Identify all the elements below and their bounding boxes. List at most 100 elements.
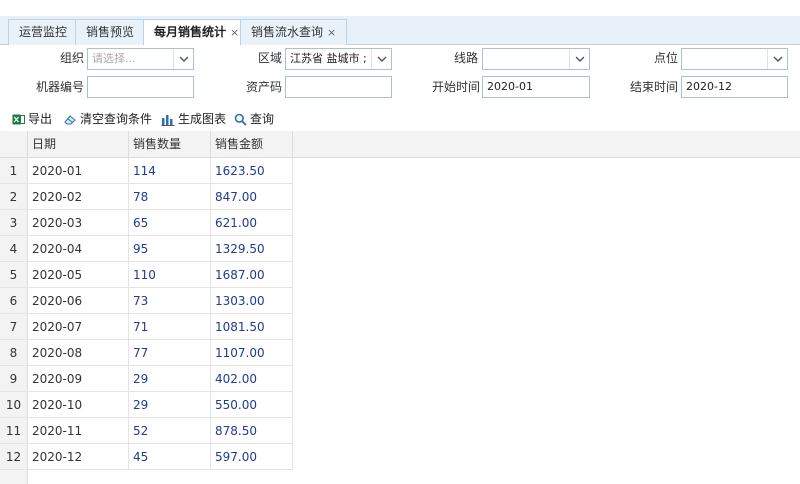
toolbar: 导出 清空查询条件 生成图表 查询: [0, 107, 800, 131]
amount-cell: 550.00: [211, 392, 293, 418]
date-cell: 2020-02: [28, 184, 129, 210]
query-button[interactable]: 查询: [234, 110, 274, 128]
grid-header: 日期 销售数量 销售金额: [0, 131, 800, 158]
org-select[interactable]: 请选择...: [87, 48, 194, 70]
row-number-gutter: [0, 470, 28, 484]
column-header-date[interactable]: 日期: [28, 131, 129, 158]
quantity-cell: 114: [129, 158, 211, 184]
quantity-cell: 73: [129, 288, 211, 314]
quantity-cell: 29: [129, 392, 211, 418]
row-number: 9: [0, 366, 28, 392]
chevron-down-icon[interactable]: [371, 49, 391, 69]
date-cell: 2020-10: [28, 392, 129, 418]
amount-cell: 1303.00: [211, 288, 293, 314]
table-row[interactable]: 6 2020-06 73 1303.00: [0, 288, 293, 314]
route-select[interactable]: [482, 48, 590, 70]
tab-label: 销售流水查询: [251, 25, 324, 39]
row-number: 6: [0, 288, 28, 314]
generate-chart-button[interactable]: 生成图表: [161, 110, 226, 128]
end-time-input[interactable]: 2020-12: [681, 76, 788, 98]
data-grid: 日期 销售数量 销售金额 1 2020-01 114 1623.50 2 202…: [0, 131, 800, 484]
row-number: 4: [0, 236, 28, 262]
table-row[interactable]: 12 2020-12 45 597.00: [0, 444, 293, 470]
table-row[interactable]: 7 2020-07 71 1081.50: [0, 314, 293, 340]
quantity-cell: 52: [129, 418, 211, 444]
quantity-cell: 95: [129, 236, 211, 262]
eraser-icon: [64, 113, 77, 126]
tab-bar: 运营监控 销售预览 每月销售统计 × 销售流水查询 ×: [0, 16, 800, 46]
org-label: 组织: [59, 51, 84, 65]
clear-conditions-button[interactable]: 清空查询条件: [64, 110, 152, 128]
date-cell: 2020-04: [28, 236, 129, 262]
generate-chart-label: 生成图表: [178, 112, 227, 126]
chevron-down-icon[interactable]: [173, 49, 193, 69]
org-select-placeholder: 请选择...: [92, 52, 136, 65]
table-row[interactable]: 5 2020-05 110 1687.00: [0, 262, 293, 288]
table-row[interactable]: 3 2020-03 65 621.00: [0, 210, 293, 236]
asset-code-input[interactable]: [285, 76, 392, 98]
amount-cell: 1623.50: [211, 158, 293, 184]
table-row[interactable]: 1 2020-01 114 1623.50: [0, 158, 293, 184]
tab-monthly-sales-stats[interactable]: 每月销售统计 ×: [143, 19, 251, 46]
amount-cell: 597.00: [211, 444, 293, 470]
start-time-input[interactable]: 2020-01: [482, 76, 590, 98]
machine-number-input[interactable]: [87, 76, 194, 98]
export-button[interactable]: 导出: [12, 110, 52, 128]
tab-sales-flow-query[interactable]: 销售流水查询 ×: [240, 19, 348, 45]
end-time-label: 结束时间: [629, 80, 678, 94]
machine-number-label: 机器编号: [35, 80, 84, 94]
tab-label: 每月销售统计: [154, 25, 227, 39]
table-row[interactable]: 2 2020-02 78 847.00: [0, 184, 293, 210]
row-number: 1: [0, 158, 28, 184]
table-row[interactable]: 11 2020-11 52 878.50: [0, 418, 293, 444]
amount-cell: 402.00: [211, 366, 293, 392]
query-label: 查询: [250, 112, 275, 126]
table-row[interactable]: 4 2020-04 95 1329.50: [0, 236, 293, 262]
bar-chart-icon: [161, 113, 175, 126]
chevron-down-icon[interactable]: [569, 49, 589, 69]
date-cell: 2020-03: [28, 210, 129, 236]
quantity-cell: 29: [129, 366, 211, 392]
top-strip: [0, 0, 800, 16]
tab-operations-monitor[interactable]: 运营监控: [8, 19, 79, 45]
amount-cell: 1081.50: [211, 314, 293, 340]
column-header-quantity[interactable]: 销售数量: [129, 131, 211, 158]
quantity-cell: 65: [129, 210, 211, 236]
point-select[interactable]: [681, 48, 788, 70]
export-label: 导出: [28, 112, 53, 126]
clear-conditions-label: 清空查询条件: [80, 112, 153, 126]
tab-close-icon[interactable]: ×: [230, 26, 239, 39]
row-number-header: [0, 131, 28, 158]
tab-label: 销售预览: [86, 25, 135, 39]
row-number: 11: [0, 418, 28, 444]
date-cell: 2020-12: [28, 444, 129, 470]
point-label: 点位: [653, 51, 678, 65]
row-number: 10: [0, 392, 28, 418]
date-cell: 2020-11: [28, 418, 129, 444]
region-select[interactable]: 江苏省 盐城市 ;: [285, 48, 392, 70]
date-cell: 2020-08: [28, 340, 129, 366]
row-number: 7: [0, 314, 28, 340]
row-number: 8: [0, 340, 28, 366]
date-cell: 2020-09: [28, 366, 129, 392]
table-row[interactable]: 8 2020-08 77 1107.00: [0, 340, 293, 366]
region-label: 区域: [257, 51, 282, 65]
table-row[interactable]: 9 2020-09 29 402.00: [0, 366, 293, 392]
asset-code-label: 资产码: [245, 80, 282, 94]
amount-cell: 878.50: [211, 418, 293, 444]
tab-close-icon[interactable]: ×: [327, 26, 336, 39]
chevron-down-icon[interactable]: [767, 49, 787, 69]
filter-form: 组织 请选择... 区域 江苏省 盐城市 ; 线路 点位 机器编号 资产码 开始…: [0, 45, 800, 105]
date-cell: 2020-05: [28, 262, 129, 288]
quantity-cell: 78: [129, 184, 211, 210]
column-header-amount[interactable]: 销售金额: [211, 131, 293, 158]
amount-cell: 847.00: [211, 184, 293, 210]
quantity-cell: 77: [129, 340, 211, 366]
tab-sales-preview[interactable]: 销售预览: [75, 19, 146, 45]
magnifier-icon: [234, 113, 247, 126]
row-number: 5: [0, 262, 28, 288]
amount-cell: 1329.50: [211, 236, 293, 262]
row-number: 3: [0, 210, 28, 236]
table-row[interactable]: 10 2020-10 29 550.00: [0, 392, 293, 418]
row-number: 2: [0, 184, 28, 210]
